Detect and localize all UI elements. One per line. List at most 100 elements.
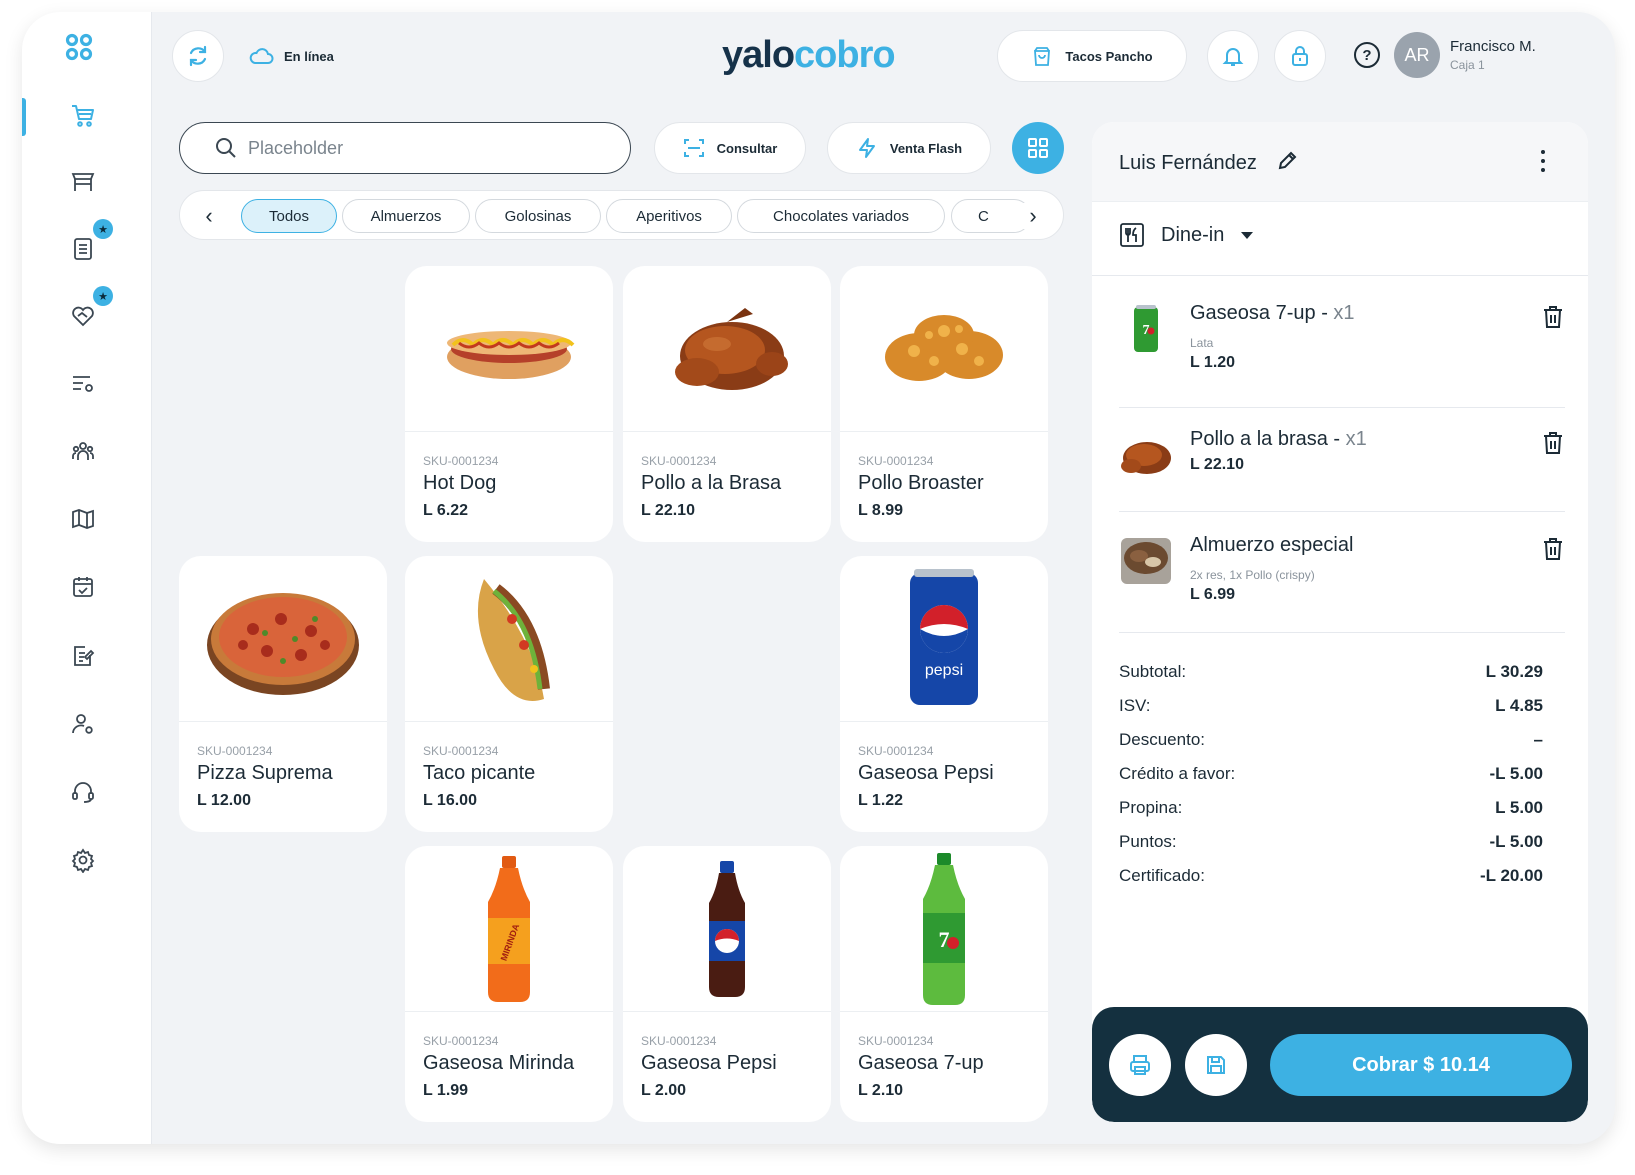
total-value: L 30.29 [1485, 662, 1543, 681]
product-name: Pollo Broaster [858, 472, 984, 494]
product-card[interactable]: MIRINDA SKU-0001234 Gaseosa Mirinda L 1.… [405, 846, 613, 1122]
pizza-image [179, 556, 387, 722]
store-selector-button[interactable]: Tacos Pancho [997, 30, 1187, 82]
product-sku: SKU-0001234 [858, 744, 934, 758]
edit-document-icon [74, 646, 95, 666]
checkout-bar: Cobrar $ 10.14 [1092, 1007, 1588, 1122]
total-label: Certificado: [1119, 866, 1205, 885]
category-chip-golosinas[interactable]: Golosinas [475, 199, 601, 233]
brand-part-2: cobro [794, 34, 896, 76]
product-card[interactable]: SKU-0001234 Pollo Broaster L 8.99 [840, 266, 1048, 542]
map-icon [72, 509, 94, 529]
svg-text:7: 7 [939, 927, 950, 952]
product-card[interactable]: SKU-0001234 Taco picante L 16.00 [405, 556, 613, 832]
trash-icon[interactable] [1541, 536, 1565, 562]
product-card[interactable]: SKU-0001234 Pizza Suprema L 12.00 [179, 556, 387, 832]
users-icon [72, 442, 94, 460]
product-name: Gaseosa Pepsi [858, 762, 994, 784]
category-chip-aperitivos[interactable]: Aperitivos [606, 199, 732, 233]
total-label: Descuento: [1119, 730, 1205, 749]
product-price: L 1.22 [858, 792, 904, 809]
mirinda-bottle-image: MIRINDA [405, 846, 613, 1012]
product-card[interactable]: 7 SKU-0001234 Gaseosa 7-up L 2.10 [840, 846, 1048, 1122]
star-badge-icon: ★ [93, 219, 113, 239]
product-card[interactable]: pepsi SKU-0001234 Gaseosa Pepsi L 1.22 [840, 556, 1048, 832]
7up-can-thumb: 7 [1119, 302, 1173, 356]
total-label: ISV: [1119, 696, 1151, 715]
total-label: Puntos: [1119, 832, 1177, 851]
sidebar-item-user-settings[interactable] [67, 708, 99, 740]
notifications-button[interactable] [1207, 30, 1259, 82]
sidebar-active-indicator [22, 98, 26, 136]
product-card[interactable]: SKU-0001234 Pollo a la Brasa L 22.10 [623, 266, 831, 542]
cloud-icon [249, 48, 274, 64]
help-symbol: ? [1362, 46, 1372, 64]
order-item-name-text: Pollo a la brasa - [1190, 428, 1341, 450]
customer-name-text: Luis Fernández [1119, 152, 1257, 174]
total-row-credit: Crédito a favor: -L 5.00 [1119, 764, 1543, 784]
divider [1119, 407, 1565, 408]
calendar-check-icon [73, 577, 93, 597]
search-bar[interactable] [179, 122, 631, 174]
category-chip-almuerzos[interactable]: Almuerzos [342, 199, 470, 233]
sidebar-item-orders[interactable]: ★ [67, 219, 113, 265]
order-item-price: L 6.99 [1190, 586, 1236, 603]
sidebar-item-customers[interactable] [67, 435, 99, 467]
trash-icon[interactable] [1541, 304, 1565, 330]
pencil-icon[interactable] [1276, 150, 1298, 172]
consult-button[interactable]: Consultar [654, 122, 806, 174]
apps-logo-icon[interactable] [64, 32, 94, 62]
save-button[interactable] [1185, 1034, 1247, 1096]
pepsi-bottle-image [623, 846, 831, 1012]
trash-icon[interactable] [1541, 430, 1565, 456]
total-label: Crédito a favor: [1119, 764, 1236, 783]
sidebar-item-filters[interactable] [67, 368, 99, 400]
sidebar-item-calendar[interactable] [67, 571, 99, 603]
chevron-left-icon[interactable]: ‹ [196, 203, 222, 229]
total-value: – [1533, 730, 1543, 749]
category-chip-todos[interactable]: Todos [241, 199, 337, 233]
more-options-icon[interactable] [1538, 146, 1548, 176]
bell-icon [1222, 48, 1244, 66]
sidebar-item-map[interactable] [67, 503, 99, 535]
sidebar-item-settings[interactable] [67, 844, 99, 876]
avatar[interactable]: AR [1394, 32, 1440, 78]
sidebar-item-store[interactable] [67, 166, 99, 198]
product-sku: SKU-0001234 [858, 454, 934, 468]
sidebar-item-pos[interactable] [67, 100, 99, 132]
product-card[interactable]: SKU-0001234 Gaseosa Pepsi L 2.00 [623, 846, 831, 1122]
print-button[interactable] [1109, 1034, 1171, 1096]
sidebar-item-loyalty[interactable]: ★ [67, 286, 113, 332]
category-chip-chocolates[interactable]: Chocolates variados [737, 199, 945, 233]
refresh-icon [189, 45, 207, 67]
category-chip-partial[interactable]: C [951, 199, 1031, 233]
service-type-label: Dine-in [1161, 223, 1225, 246]
sync-button[interactable] [172, 30, 224, 82]
chevron-right-icon[interactable]: › [1020, 203, 1046, 229]
roast-chicken-image [623, 266, 831, 432]
product-price: L 2.00 [641, 1082, 687, 1099]
lock-icon [1292, 46, 1308, 66]
lock-button[interactable] [1274, 30, 1326, 82]
flash-sale-label: Venta Flash [889, 140, 963, 156]
avatar-initials: AR [1404, 44, 1430, 65]
product-sku: SKU-0001234 [197, 744, 273, 758]
grid-view-button[interactable] [1012, 122, 1064, 174]
customer-name[interactable]: Luis Fernández [1119, 150, 1298, 175]
help-icon[interactable]: ? [1354, 42, 1380, 68]
service-type-selector[interactable]: Dine-in [1119, 222, 1254, 248]
pepsi-can-image: pepsi [840, 556, 1048, 722]
total-label: Propina: [1119, 798, 1183, 817]
charge-button[interactable]: Cobrar $ 10.14 [1270, 1034, 1572, 1096]
lunch-special-thumb [1119, 534, 1173, 588]
order-item-price: L 22.10 [1190, 456, 1244, 473]
order-item-price: L 1.20 [1190, 354, 1236, 371]
product-card[interactable]: SKU-0001234 Hot Dog L 6.22 [405, 266, 613, 542]
search-input[interactable] [248, 137, 588, 159]
product-name: Taco picante [423, 762, 536, 784]
product-name: Gaseosa Mirinda [423, 1052, 575, 1074]
sidebar-item-support[interactable] [67, 776, 99, 808]
sidebar-item-reports[interactable] [67, 640, 99, 672]
flash-sale-button[interactable]: Venta Flash [827, 122, 991, 174]
scan-icon [683, 139, 704, 157]
